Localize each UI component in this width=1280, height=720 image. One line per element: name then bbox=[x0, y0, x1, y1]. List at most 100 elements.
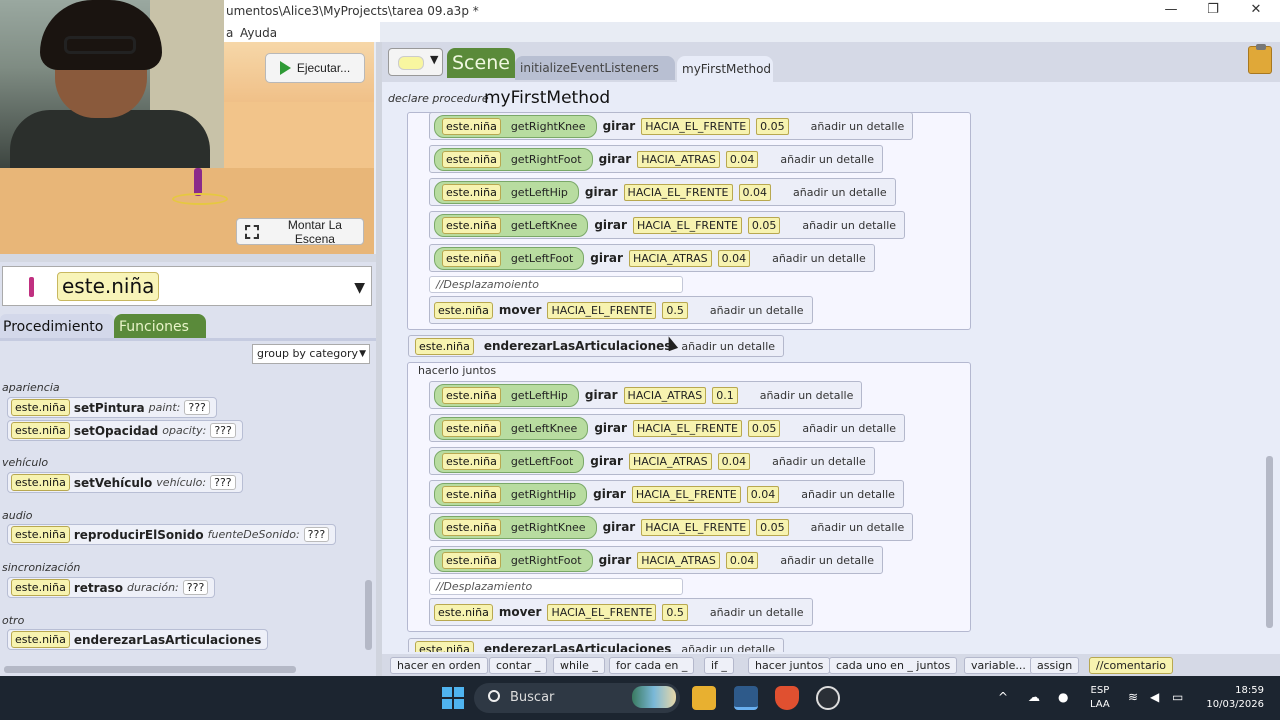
amount-value[interactable]: 0.04 bbox=[725, 150, 759, 168]
amount-value[interactable]: 0.04 bbox=[725, 551, 759, 569]
ctrl-count[interactable]: contar _ bbox=[489, 657, 548, 674]
add-detail-menu[interactable]: añadir un detalle bbox=[780, 153, 874, 166]
move-statement[interactable]: este.niña mover HACIA_EL_FRENTE 0.5 añad… bbox=[429, 296, 813, 324]
target-pill[interactable]: este.niña bbox=[442, 249, 501, 267]
tab-scene[interactable]: Scene bbox=[447, 48, 515, 78]
ctrl-for-each[interactable]: for cada en _ bbox=[609, 657, 695, 674]
turn-statement[interactable]: este.niña getRightKnee girar HACIA_EL_FRENT… bbox=[429, 112, 914, 140]
tab-my-first-method[interactable]: myFirstMethod bbox=[677, 56, 773, 82]
add-detail-menu[interactable]: añadir un detalle bbox=[681, 643, 775, 653]
amount-value[interactable]: 0.05 bbox=[756, 117, 789, 135]
ctrl-variable[interactable]: variable... bbox=[964, 657, 1033, 674]
add-detail-menu[interactable]: añadir un detalle bbox=[780, 554, 874, 567]
move-statement[interactable]: este.niña mover HACIA_EL_FRENTE 0.5 añad… bbox=[429, 598, 813, 626]
turn-statement[interactable]: este.niña getRightFoot girar HACIA_ATRAS 0.0… bbox=[429, 546, 884, 574]
joint-getter[interactable]: este.niña getLeftFoot bbox=[434, 246, 585, 270]
target-pill[interactable]: este.niña bbox=[442, 518, 501, 536]
joint-getter[interactable]: este.niña getRightKnee bbox=[434, 114, 597, 138]
amount-value[interactable]: 0.05 bbox=[756, 518, 789, 536]
target-pill[interactable]: este.niña bbox=[442, 485, 501, 503]
amount-value[interactable]: 0.05 bbox=[747, 216, 781, 234]
windows-start-icon[interactable] bbox=[442, 687, 464, 709]
target-pill[interactable]: este.niña bbox=[434, 301, 493, 319]
direction-value[interactable]: HACIA_EL_FRENTE bbox=[632, 419, 742, 437]
brave-browser-icon[interactable] bbox=[775, 686, 799, 710]
joint-getter[interactable]: este.niña getLeftKnee bbox=[434, 416, 589, 440]
add-detail-menu[interactable]: añadir un detalle bbox=[801, 488, 895, 501]
target-pill[interactable]: este.niña bbox=[442, 386, 501, 404]
palette-tile-setopacidad[interactable]: este.niña setOpacidad opacity: ??? bbox=[7, 420, 243, 441]
battery-icon[interactable]: ▭ bbox=[1172, 690, 1183, 704]
add-detail-menu[interactable]: añadir un detalle bbox=[772, 252, 866, 265]
direction-value[interactable]: HACIA_ATRAS bbox=[628, 452, 712, 470]
straighten-statement-partial[interactable]: este.niña enderezarLasArticulaciones aña… bbox=[408, 638, 785, 653]
alice-app-icon[interactable] bbox=[734, 686, 758, 710]
volume-icon[interactable]: ◀ bbox=[1150, 690, 1159, 704]
cloud-icon[interactable]: ☁ bbox=[1028, 690, 1040, 704]
run-button[interactable]: Ejecutar... bbox=[265, 53, 365, 83]
amount-value[interactable]: 0.5 bbox=[662, 603, 688, 621]
target-pill[interactable]: este.niña bbox=[442, 150, 501, 168]
turn-statement[interactable]: este.niña getLeftHip girar HACIA_ATRAS 0.1 añ… bbox=[429, 381, 863, 409]
direction-value[interactable]: HACIA_ATRAS bbox=[637, 551, 720, 569]
target-pill[interactable]: este.niña bbox=[442, 117, 501, 135]
joint-getter[interactable]: este.niña getRightFoot bbox=[434, 147, 593, 171]
turn-statement[interactable]: este.niña getLeftKnee girar HACIA_EL_FRENTE… bbox=[429, 211, 906, 239]
editor-scrollbar[interactable] bbox=[1266, 456, 1273, 628]
tab-functions[interactable]: Funciones bbox=[114, 314, 206, 340]
horizontal-splitter[interactable] bbox=[0, 254, 376, 262]
joint-getter[interactable]: este.niña getRightHip bbox=[434, 482, 588, 506]
palette-tile-retraso[interactable]: este.niña retraso duración: ??? bbox=[7, 577, 216, 598]
turn-statement[interactable]: este.niña getLeftFoot girar HACIA_ATRAS 0.04… bbox=[429, 244, 875, 272]
joint-getter[interactable]: este.niña getRightKnee bbox=[434, 515, 597, 539]
target-pill[interactable]: este.niña bbox=[442, 419, 501, 437]
palette-scrollbar[interactable] bbox=[365, 580, 372, 650]
language-indicator[interactable]: ESP LAA bbox=[1090, 684, 1110, 712]
turn-statement[interactable]: este.niña getRightHip girar HACIA_EL_FRENTE… bbox=[429, 480, 904, 508]
amount-value[interactable]: 0.05 bbox=[747, 419, 781, 437]
add-detail-menu[interactable]: añadir un detalle bbox=[811, 521, 905, 534]
setup-scene-button[interactable]: Montar La Escena bbox=[236, 218, 364, 246]
direction-value[interactable]: HACIA_EL_FRENTE bbox=[631, 485, 741, 503]
joint-getter[interactable]: este.niña getRightFoot bbox=[434, 548, 593, 572]
direction-value[interactable]: HACIA_ATRAS bbox=[628, 249, 712, 267]
tab-initialize-event-listeners[interactable]: initializeEventListeners bbox=[515, 56, 675, 80]
add-detail-menu[interactable]: añadir un detalle bbox=[681, 340, 775, 353]
ctrl-assign[interactable]: assign bbox=[1030, 657, 1080, 674]
ctrl-if[interactable]: if _ bbox=[704, 657, 734, 674]
recording-app-icon[interactable] bbox=[816, 686, 840, 710]
add-detail-menu[interactable]: añadir un detalle bbox=[802, 422, 896, 435]
target-pill[interactable]: este.niña bbox=[442, 452, 501, 470]
palette-tile-reproducirelsonido[interactable]: este.niña reproducirElSonido fuenteDeSon… bbox=[7, 524, 337, 545]
amount-value[interactable]: 0.04 bbox=[717, 249, 751, 267]
palette-tile-setvehiculo[interactable]: este.niña setVehículo vehículo: ??? bbox=[7, 472, 243, 493]
group-by-select[interactable]: group by category ▼ bbox=[252, 344, 370, 364]
menu-item-ayuda[interactable]: Ayuda bbox=[240, 26, 277, 40]
palette-horizontal-scrollbar[interactable] bbox=[4, 666, 296, 673]
turn-statement[interactable]: este.niña getLeftHip girar HACIA_EL_FRENTE 0… bbox=[429, 178, 896, 206]
ctrl-while[interactable]: while _ bbox=[553, 657, 605, 674]
system-clock[interactable]: 18:59 10/03/2026 bbox=[1198, 684, 1264, 712]
file-explorer-icon[interactable] bbox=[692, 686, 716, 710]
add-detail-menu[interactable]: añadir un detalle bbox=[811, 120, 905, 133]
minimize-button[interactable]: — bbox=[1160, 2, 1182, 20]
direction-value[interactable]: HACIA_EL_FRENTE bbox=[547, 603, 657, 621]
amount-value[interactable]: 0.5 bbox=[662, 301, 688, 319]
add-detail-menu[interactable]: añadir un detalle bbox=[710, 606, 804, 619]
target-pill[interactable]: este.niña bbox=[442, 183, 501, 201]
target-pill[interactable]: este.niña bbox=[415, 640, 474, 652]
tab-procedures[interactable]: Procedimiento bbox=[0, 314, 114, 340]
direction-value[interactable]: HACIA_EL_FRENTE bbox=[632, 216, 742, 234]
direction-value[interactable]: HACIA_ATRAS bbox=[637, 150, 720, 168]
turn-statement[interactable]: este.niña getRightKnee girar HACIA_EL_FRENT… bbox=[429, 513, 914, 541]
joint-getter[interactable]: este.niña getLeftHip bbox=[434, 180, 579, 204]
target-pill[interactable]: este.niña bbox=[434, 603, 493, 621]
clipboard-icon[interactable] bbox=[1248, 44, 1272, 74]
close-button[interactable]: ✕ bbox=[1245, 2, 1267, 20]
add-detail-menu[interactable]: añadir un detalle bbox=[760, 389, 854, 402]
add-detail-menu[interactable]: añadir un detalle bbox=[802, 219, 896, 232]
comment-block[interactable]: //Desplazamoiento bbox=[429, 276, 683, 293]
add-detail-menu[interactable]: añadir un detalle bbox=[793, 186, 887, 199]
maximize-button[interactable]: ❐ bbox=[1202, 2, 1224, 20]
joint-getter[interactable]: este.niña getLeftKnee bbox=[434, 213, 589, 237]
